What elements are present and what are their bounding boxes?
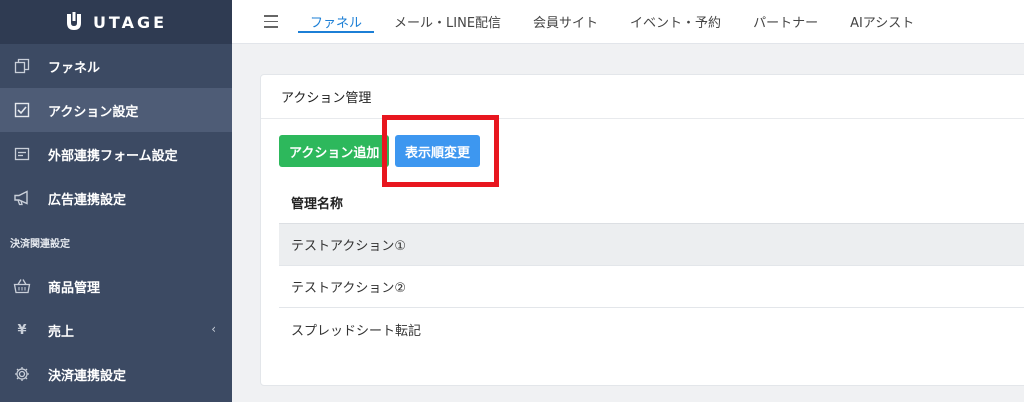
checkbox-icon bbox=[12, 100, 32, 120]
table-row[interactable]: スプレッドシート転記 bbox=[279, 308, 1024, 350]
basket-icon bbox=[12, 276, 32, 296]
sidebar-item-action-settings[interactable]: アクション設定 bbox=[0, 88, 232, 132]
sidebar-item-label: ファネル bbox=[48, 60, 101, 76]
sidebar-item-label: 決済連携設定 bbox=[48, 368, 127, 384]
sidebar-item-products[interactable]: 商品管理 bbox=[0, 264, 232, 308]
utage-logo-icon bbox=[66, 12, 81, 30]
add-action-button[interactable]: アクション追加 bbox=[279, 135, 390, 167]
tab-funnel[interactable]: ファネル bbox=[298, 0, 375, 44]
chevron-left-icon[interactable]: ‹ bbox=[211, 322, 216, 336]
sidebar-item-funnel[interactable]: ファネル bbox=[0, 44, 232, 88]
hamburger-menu-icon[interactable] bbox=[264, 15, 278, 28]
sidebar-item-payment-settings[interactable]: 決済連携設定 bbox=[0, 352, 232, 396]
sidebar: UTAGE ファネル アクション設定 外部連携フォーム設定 広告連携設定 決済関… bbox=[0, 0, 232, 402]
sidebar-item-external-form[interactable]: 外部連携フォーム設定 bbox=[0, 132, 232, 176]
copy-icon bbox=[12, 56, 32, 76]
tab-event-reservation[interactable]: イベント・予約 bbox=[618, 0, 733, 44]
logo-text: UTAGE bbox=[92, 12, 168, 32]
table-header-name: 管理名称 bbox=[279, 182, 1024, 224]
tab-partner[interactable]: パートナー bbox=[741, 0, 830, 44]
table-row[interactable]: テストアクション② bbox=[279, 266, 1024, 308]
yen-icon: ¥ bbox=[17, 322, 27, 338]
gear-icon bbox=[12, 364, 32, 384]
sidebar-item-label: 広告連携設定 bbox=[48, 192, 127, 208]
sidebar-item-ad-settings[interactable]: 広告連携設定 bbox=[0, 176, 232, 220]
action-management-card: アクション管理 アクション追加 表示順変更 管理名称 テストアクション① テスト… bbox=[260, 74, 1024, 386]
highlight-box bbox=[382, 115, 499, 187]
megaphone-icon bbox=[12, 188, 32, 208]
actions-table: 管理名称 テストアクション① テストアクション② スプレッドシート転記 bbox=[279, 182, 1024, 350]
tab-ai-assist[interactable]: AIアシスト bbox=[838, 0, 926, 44]
table-row[interactable]: テストアクション① bbox=[279, 224, 1024, 266]
logo[interactable]: UTAGE bbox=[0, 0, 232, 44]
sidebar-item-label: 売上 bbox=[48, 324, 75, 340]
tab-mail-line[interactable]: メール・LINE配信 bbox=[382, 0, 513, 44]
sidebar-item-label: 商品管理 bbox=[48, 280, 101, 296]
sidebar-item-sales[interactable]: ¥ 売上 ‹ bbox=[0, 308, 232, 352]
card-title: アクション管理 bbox=[261, 75, 1024, 119]
top-navigation: ファネル メール・LINE配信 会員サイト イベント・予約 パートナー AIアシ… bbox=[232, 0, 1024, 44]
sidebar-section-title: 決済関連設定 bbox=[10, 238, 70, 250]
form-icon bbox=[12, 144, 32, 164]
tab-member-site[interactable]: 会員サイト bbox=[521, 0, 610, 44]
sidebar-item-label: 外部連携フォーム設定 bbox=[48, 148, 178, 164]
sidebar-item-label: アクション設定 bbox=[48, 104, 139, 120]
